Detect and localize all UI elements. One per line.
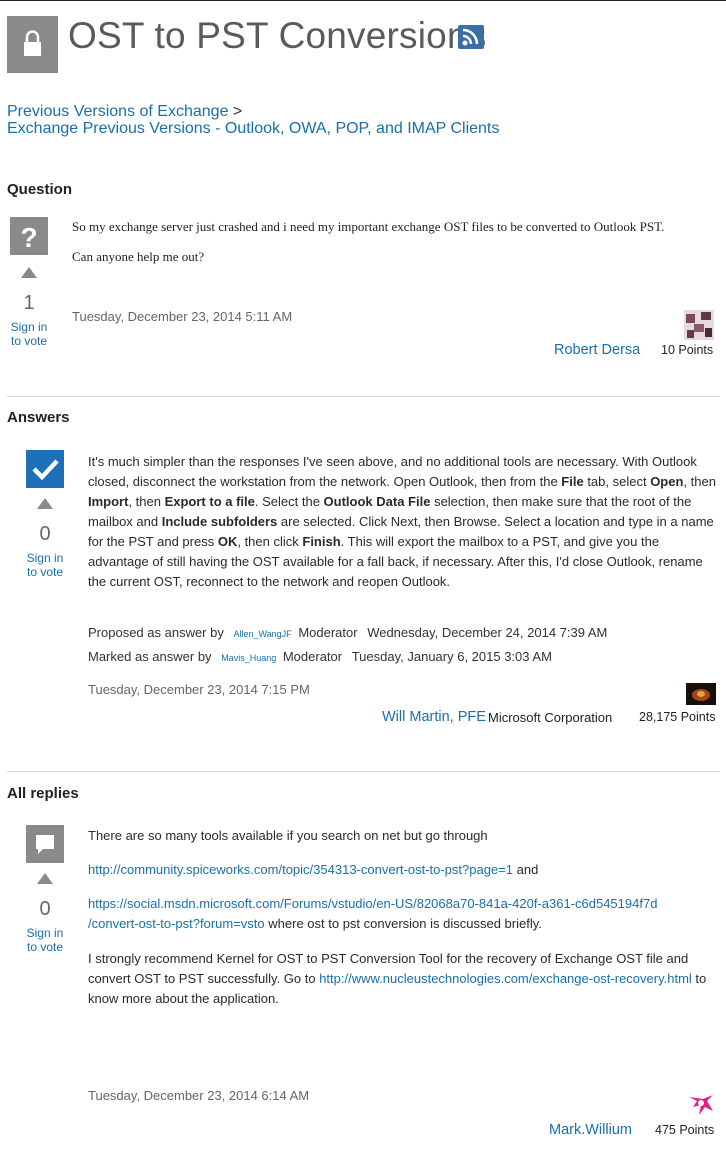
avatar[interactable] bbox=[686, 683, 716, 705]
proposed-role: Moderator bbox=[298, 625, 358, 640]
question-icon: ? bbox=[10, 217, 48, 255]
answer-bold: OK bbox=[217, 534, 238, 549]
breadcrumb-link-clients[interactable]: Exchange Previous Versions - Outlook, OW… bbox=[7, 120, 499, 138]
question-text-line2: Can anyone help me out? bbox=[72, 249, 205, 264]
answer-bold: Include subfolders bbox=[161, 514, 278, 529]
reply-line1: There are so many tools available if you… bbox=[88, 828, 488, 843]
question-heading: Question bbox=[7, 181, 73, 198]
proposed-date: Wednesday, December 24, 2014 7:39 AM bbox=[367, 625, 608, 640]
answer-text: tab, select bbox=[583, 474, 651, 489]
answer-bold: File bbox=[561, 474, 584, 489]
breadcrumb-separator: > bbox=[232, 103, 243, 120]
vote-count: 1 bbox=[23, 292, 35, 314]
marked-role: Moderator bbox=[282, 649, 343, 664]
answer-author-points: 28,175 Points bbox=[639, 710, 716, 724]
reply-author[interactable]: Mark.Willium bbox=[549, 1122, 632, 1138]
vote-count: 0 bbox=[39, 523, 51, 545]
answer-author[interactable]: Will Martin, PFE bbox=[382, 709, 486, 725]
breadcrumb-link-exchange[interactable]: Previous Versions of Exchange bbox=[7, 103, 228, 120]
question-date: Tuesday, December 23, 2014 5:11 AM bbox=[72, 309, 293, 324]
comment-icon bbox=[26, 825, 64, 863]
answer-bold: Finish bbox=[302, 534, 341, 549]
reply-date: Tuesday, December 23, 2014 6:14 AM bbox=[88, 1088, 310, 1103]
upvote-icon[interactable] bbox=[37, 498, 53, 509]
breadcrumb: Previous Versions of Exchange > bbox=[7, 103, 242, 121]
reply-line2: http://community.spiceworks.com/topic/35… bbox=[88, 860, 538, 880]
reply-link-msdn-cont[interactable]: /convert-ost-to-pst?forum=vsto bbox=[88, 916, 265, 931]
answer-bold: Open bbox=[650, 474, 684, 489]
marked-label: Marked as answer by bbox=[88, 649, 212, 664]
marked-user-link[interactable]: Mavis_Huang bbox=[221, 653, 276, 663]
divider bbox=[7, 396, 720, 397]
upvote-icon[interactable] bbox=[37, 873, 53, 884]
sign-in-to-vote-link[interactable]: Sign in to vote bbox=[19, 551, 71, 579]
page-title: OST to PST Conversions bbox=[68, 15, 487, 56]
reply-paragraph3: I strongly recommend Kernel for OST to P… bbox=[88, 949, 708, 1009]
divider bbox=[7, 771, 720, 772]
rss-icon[interactable] bbox=[458, 25, 484, 49]
reply-line3: https://social.msdn.microsoft.com/Forums… bbox=[88, 894, 657, 914]
question-author[interactable]: Robert Dersa bbox=[554, 342, 640, 358]
answered-check-icon bbox=[26, 450, 64, 488]
to-vote-label: to vote bbox=[26, 940, 64, 954]
lock-icon bbox=[7, 16, 58, 73]
proposed-user-link[interactable]: Allen_WangJF bbox=[233, 629, 291, 639]
reply-link-nucleus[interactable]: http://www.nucleustechnologies.com/excha… bbox=[319, 971, 692, 986]
top-border bbox=[0, 0, 726, 1]
answer-text: , then click bbox=[237, 534, 303, 549]
answer-bold: Export to a file bbox=[164, 494, 255, 509]
reply-author-points: 475 Points bbox=[655, 1123, 715, 1137]
answer-body: It's much simpler than the responses I'v… bbox=[88, 452, 718, 592]
reply-link-spiceworks[interactable]: http://community.spiceworks.com/topic/35… bbox=[88, 862, 513, 877]
answer-text: , then bbox=[683, 474, 716, 489]
question-author-points: 10 Points bbox=[661, 343, 714, 357]
all-replies-heading: All replies bbox=[7, 785, 79, 802]
sign-in-label: Sign in bbox=[10, 320, 48, 334]
reply-text: and bbox=[513, 862, 539, 877]
proposed-label: Proposed as answer by bbox=[88, 625, 224, 640]
avatar[interactable] bbox=[684, 310, 714, 340]
answer-text: , then bbox=[128, 494, 165, 509]
sign-in-label: Sign in bbox=[26, 551, 64, 565]
sign-in-to-vote-link[interactable]: Sign in to vote bbox=[19, 926, 71, 954]
reply-text: where ost to pst conversion is discussed… bbox=[264, 916, 542, 931]
answer-bold: Import bbox=[88, 494, 129, 509]
marked-as-answer: Marked as answer by Mavis_Huang Moderato… bbox=[88, 649, 552, 664]
to-vote-label: to vote bbox=[10, 334, 48, 348]
reply-line4: /convert-ost-to-pst?forum=vsto where ost… bbox=[88, 914, 542, 934]
sign-in-to-vote-link[interactable]: Sign in to vote bbox=[3, 320, 55, 348]
sign-in-label: Sign in bbox=[26, 926, 64, 940]
answer-author-company: Microsoft Corporation bbox=[488, 710, 613, 725]
answer-date: Tuesday, December 23, 2014 7:15 PM bbox=[88, 682, 310, 697]
question-text-line1: So my exchange server just crashed and i… bbox=[72, 219, 665, 234]
to-vote-label: to vote bbox=[26, 565, 64, 579]
upvote-icon[interactable] bbox=[21, 267, 37, 278]
vote-count: 0 bbox=[39, 898, 51, 920]
answers-heading: Answers bbox=[7, 409, 70, 426]
avatar[interactable] bbox=[685, 1091, 717, 1119]
answer-bold: Outlook Data File bbox=[323, 494, 431, 509]
proposed-as-answer: Proposed as answer by Allen_WangJF Moder… bbox=[88, 625, 607, 640]
marked-date: Tuesday, January 6, 2015 3:03 AM bbox=[351, 649, 552, 664]
svg-text:?: ? bbox=[20, 222, 37, 253]
answer-text: . Select the bbox=[254, 494, 324, 509]
reply-link-msdn[interactable]: https://social.msdn.microsoft.com/Forums… bbox=[88, 896, 657, 911]
